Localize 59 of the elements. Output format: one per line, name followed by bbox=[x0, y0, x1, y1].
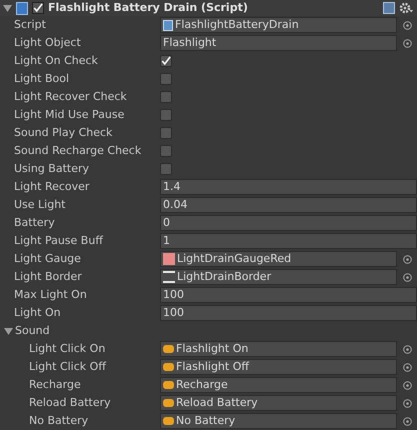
field-label: Light Gauge bbox=[14, 250, 81, 267]
field-label: Light Click Off bbox=[29, 358, 106, 375]
number-field[interactable]: 100 bbox=[160, 287, 417, 303]
checkbox[interactable] bbox=[160, 109, 172, 121]
audio-clip-icon bbox=[163, 398, 174, 408]
number-field[interactable]: 0 bbox=[160, 215, 417, 231]
field-label: Light Recover Check bbox=[14, 88, 127, 105]
javascript-file-icon bbox=[16, 2, 28, 14]
field-label: Recharge bbox=[29, 376, 81, 393]
field-label: Use Light bbox=[14, 196, 66, 213]
field-label: Sound Play Check bbox=[14, 124, 112, 141]
checkbox[interactable] bbox=[160, 127, 172, 139]
foldout-caret-icon[interactable] bbox=[4, 326, 13, 336]
object-field[interactable]: FlashlightBatteryDrain bbox=[160, 17, 397, 33]
audio-clip-icon bbox=[163, 344, 174, 354]
checkbox[interactable] bbox=[160, 73, 172, 85]
field-label: Light Border bbox=[14, 268, 82, 285]
object-field[interactable]: Flashlight On bbox=[160, 341, 397, 357]
field-label: Battery bbox=[14, 214, 55, 231]
number-field[interactable]: 1 bbox=[160, 233, 417, 249]
field-label: Max Light On bbox=[14, 286, 87, 303]
field-label: Light On bbox=[14, 304, 61, 321]
checkbox[interactable] bbox=[160, 145, 172, 157]
field-label: No Battery bbox=[29, 412, 88, 429]
texture-swatch-icon bbox=[163, 253, 175, 265]
enable-checkbox[interactable] bbox=[32, 2, 44, 14]
foldout-caret-icon[interactable] bbox=[3, 4, 12, 12]
field-label: Light Object bbox=[14, 34, 81, 51]
checkbox[interactable] bbox=[160, 55, 172, 67]
object-field[interactable]: Reload Battery bbox=[160, 395, 397, 411]
audio-clip-icon bbox=[163, 362, 174, 372]
object-field[interactable]: LightDrainGaugeRed bbox=[160, 251, 397, 267]
number-field[interactable]: 0.04 bbox=[160, 197, 417, 213]
component-title: Flashlight Battery Drain (Script) bbox=[48, 0, 249, 16]
object-field[interactable]: Flashlight bbox=[160, 35, 397, 51]
field-label: Light Bool bbox=[14, 70, 70, 87]
field-label: Light On Check bbox=[14, 52, 98, 69]
field-label: Reload Battery bbox=[29, 394, 111, 411]
number-field[interactable]: 100 bbox=[160, 305, 417, 321]
field-label: Light Click On bbox=[29, 340, 106, 357]
foldout-label[interactable]: Sound bbox=[15, 322, 50, 340]
field-label: Light Recover bbox=[14, 178, 90, 195]
checkbox[interactable] bbox=[160, 163, 172, 175]
checkbox[interactable] bbox=[160, 91, 172, 103]
object-field[interactable]: No Battery bbox=[160, 413, 397, 429]
settings-icon[interactable] bbox=[399, 2, 413, 14]
field-label: Sound Recharge Check bbox=[14, 142, 142, 159]
number-field[interactable]: 1.4 bbox=[160, 179, 417, 195]
audio-clip-icon bbox=[163, 380, 174, 390]
object-field[interactable]: Recharge bbox=[160, 377, 397, 393]
texture-swatch-icon bbox=[163, 271, 175, 283]
object-field[interactable]: LightDrainBorder bbox=[160, 269, 397, 285]
object-field[interactable]: Flashlight Off bbox=[160, 359, 397, 375]
field-label: Script bbox=[14, 16, 46, 33]
audio-clip-icon bbox=[163, 416, 174, 426]
field-label: Light Pause Buff bbox=[14, 232, 103, 249]
field-label: Light Mid Use Pause bbox=[14, 106, 124, 123]
script-file-icon bbox=[163, 20, 173, 30]
field-label: Using Battery bbox=[14, 160, 90, 177]
